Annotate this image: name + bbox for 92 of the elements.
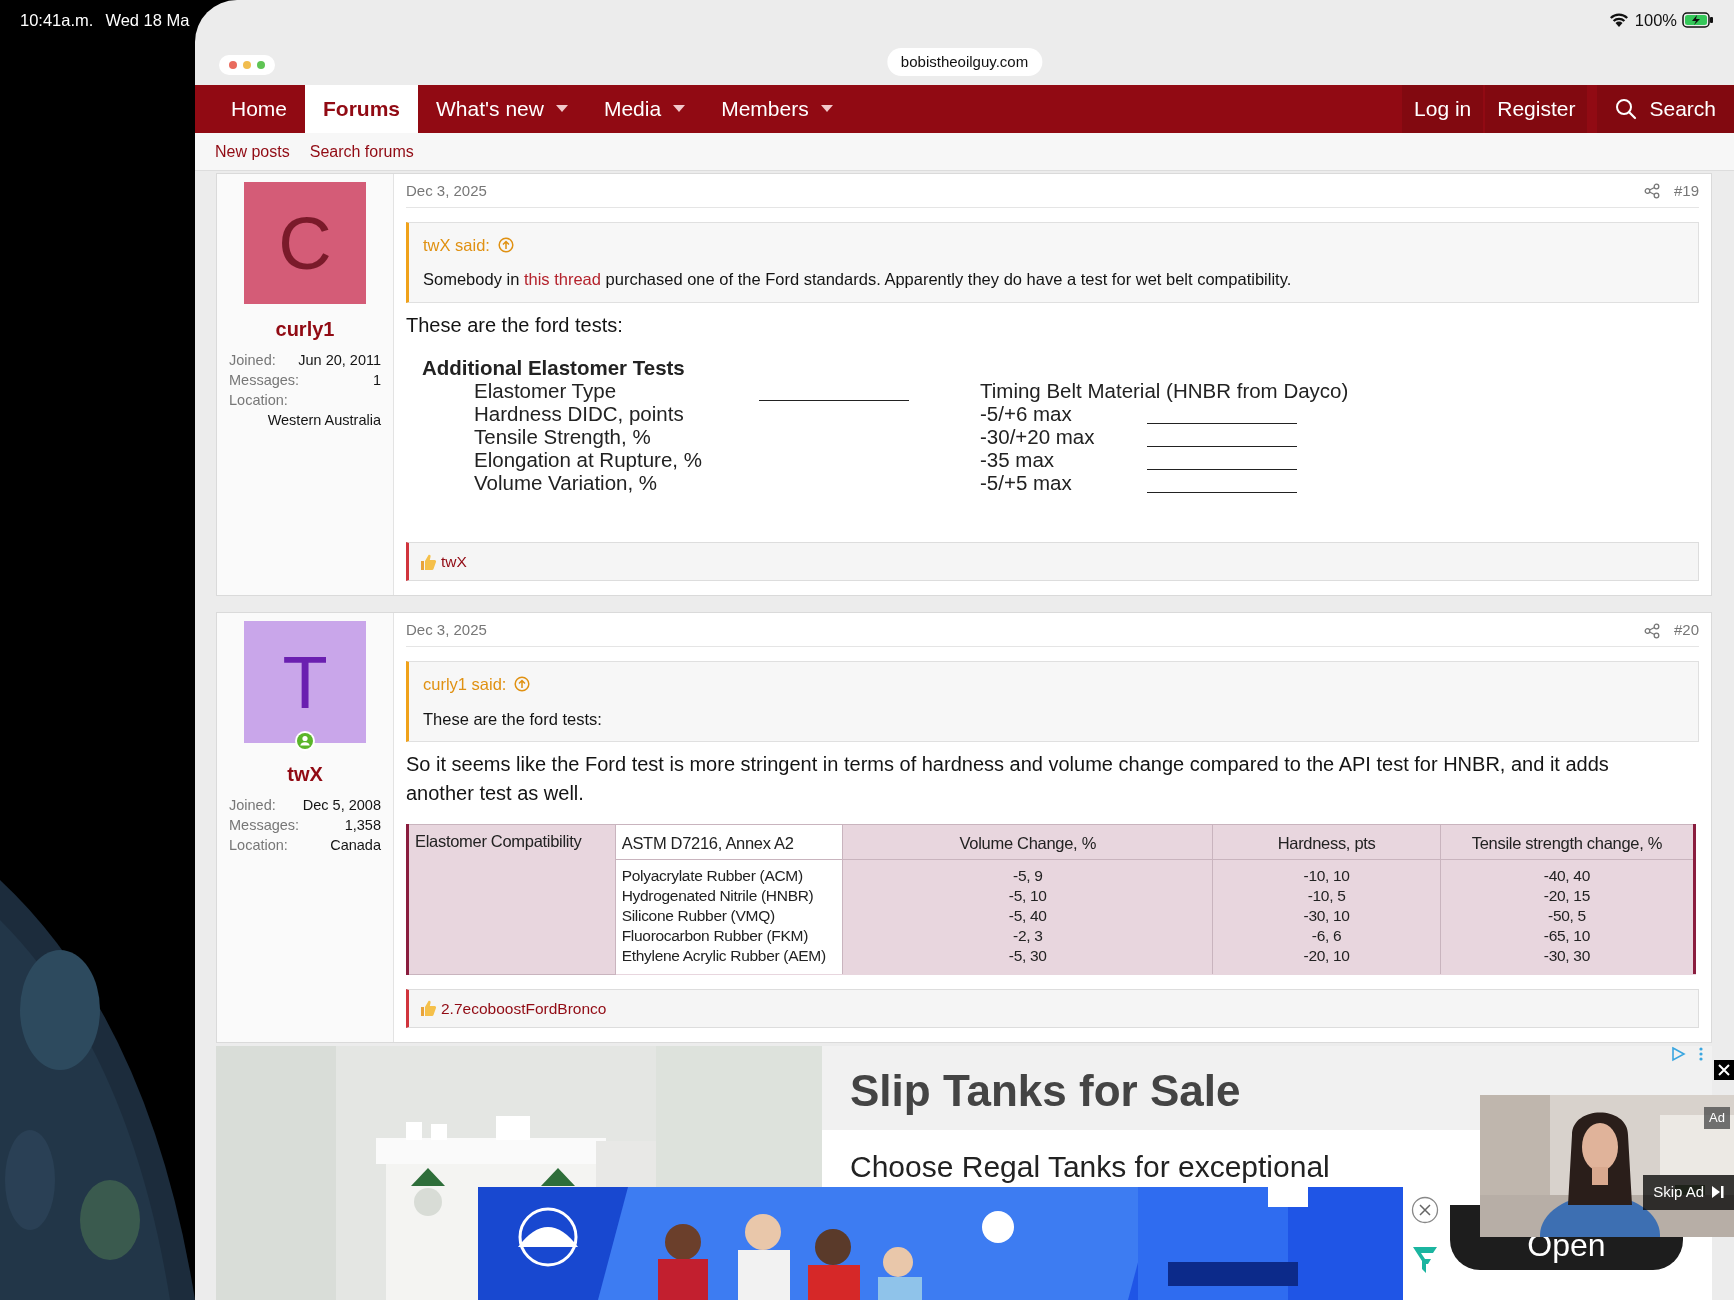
quote-text: Somebody in this thread purchased one of the Ford standards. Apparently they do have a test for wet belt compatibility. <box>423 269 1293 291</box>
table-cell: -30, 30 <box>1440 946 1695 975</box>
field-value: Canada <box>330 836 381 856</box>
ad-choices-icon[interactable] <box>1670 1046 1686 1062</box>
date-text: Wed 18 Ma <box>105 9 190 31</box>
close-icon[interactable] <box>1714 1060 1734 1080</box>
more-options-icon[interactable] <box>1698 1046 1704 1062</box>
table-header: Tensile strength change, % <box>1440 824 1695 860</box>
post-text: These are the ford tests: <box>406 313 624 338</box>
nav-tab[interactable]: What's new <box>418 85 586 133</box>
subnav-link[interactable]: Search forums <box>309 139 414 164</box>
post-number-link[interactable]: #20 <box>1673 619 1699 642</box>
login-link[interactable]: Log in <box>1402 85 1484 133</box>
table-cell: Hydrogenated Nitrile (HNBR) <box>615 886 843 907</box>
table-cell: -5, 9 <box>842 859 1213 887</box>
thumbs-up-icon <box>419 552 437 571</box>
table-header: Elastomer Compatibility <box>407 824 616 975</box>
table-cell: -10, 5 <box>1212 886 1441 907</box>
nav-tab[interactable]: Forums <box>305 85 419 133</box>
username-link[interactable]: twX <box>229 759 381 790</box>
spec-value: -35 max <box>980 448 1056 471</box>
reaction-user-link[interactable]: twX <box>441 550 467 574</box>
table-cell: -10, 10 <box>1212 859 1441 887</box>
post-date: Dec 3, 2025 <box>406 181 487 201</box>
time-text: 10:41a.m. <box>20 9 94 31</box>
spec-label: Elongation at Rupture, % <box>474 448 703 471</box>
funnel-icon[interactable] <box>1411 1245 1439 1275</box>
nav-tab[interactable]: Home <box>213 85 306 133</box>
table-cell: Fluorocarbon Rubber (FKM) <box>615 926 843 947</box>
table-cell: Silicone Rubber (VMQ) <box>615 906 843 927</box>
spec-value: -5/+6 max <box>980 402 1073 425</box>
table-title: Additional Elastomer Tests <box>422 356 686 379</box>
share-icon[interactable] <box>1643 183 1660 200</box>
table-cell: Ethylene Acrylic Rubber (AEM) <box>615 946 843 975</box>
field-value: Jun 20, 2011 <box>298 351 381 370</box>
reaction-user-link[interactable]: 2.7ecoboostFordBronco <box>441 996 607 1020</box>
avatar: C <box>244 182 366 304</box>
thumbs-up-icon <box>419 999 437 1018</box>
table-cell: -20, 10 <box>1212 946 1441 975</box>
battery-percent: 100% <box>1634 9 1677 31</box>
field-value: 1 <box>372 371 381 390</box>
nav-tab[interactable]: Media <box>585 85 704 133</box>
search-icon <box>1615 98 1638 120</box>
quote-text: These are the ford tests: <box>423 708 603 730</box>
field-label: Joined: <box>229 796 276 816</box>
spec-label: Volume Variation, % <box>474 471 659 494</box>
thread-link[interactable]: this thread <box>523 270 601 289</box>
skip-icon <box>1712 1186 1724 1199</box>
username-link[interactable]: curly1 <box>229 314 381 344</box>
spec-value: Timing Belt Material (HNBR from Dayco) <box>980 379 1349 402</box>
table-cell: -2, 3 <box>842 926 1213 947</box>
field-label: Messages: <box>229 371 300 390</box>
wifi-icon <box>1608 12 1629 28</box>
table-header: Hardness, pts <box>1212 824 1441 860</box>
table-header: Volume Change, % <box>842 824 1213 860</box>
spec-label: Hardness DIDC, points <box>474 402 685 425</box>
field-value: 1,358 <box>344 816 381 836</box>
search-button[interactable]: Search <box>1597 85 1734 133</box>
post-date: Dec 3, 2025 <box>406 620 487 641</box>
battery-icon <box>1682 11 1714 29</box>
field-label: Location: <box>229 836 288 856</box>
field-value: Western Australia <box>267 411 381 430</box>
table-cell: -50, 5 <box>1440 906 1695 927</box>
field-value: Dec 5, 2008 <box>302 796 381 816</box>
post-text: So it seems like the Ford test is more stringent in terms of hardness and volume change compared to the API test for HNBR, and it adds another test as well. <box>406 752 1610 807</box>
subnav-link[interactable]: New posts <box>215 139 290 164</box>
share-icon[interactable] <box>1643 622 1660 639</box>
skip-ad-button[interactable]: Skip Ad <box>1643 1175 1734 1210</box>
address-bar[interactable]: bobistheoilguy.com <box>886 47 1043 76</box>
table-cell: -5, 40 <box>842 906 1213 927</box>
ad-headline: Slip Tanks for Sale <box>850 1065 1241 1117</box>
post-number-link[interactable]: #19 <box>1673 180 1699 203</box>
nav-tab[interactable]: Members <box>703 85 851 133</box>
field-label: Location: <box>229 391 288 410</box>
table-cell: -6, 6 <box>1212 926 1441 947</box>
table-cell: -5, 10 <box>842 886 1213 907</box>
table-cell: Polyacrylate Rubber (ACM) <box>615 859 843 887</box>
ad-badge: Ad <box>1704 1107 1730 1129</box>
table-cell: -65, 10 <box>1440 926 1695 947</box>
table-cell: -40, 40 <box>1440 859 1695 887</box>
field-label: Joined: <box>229 351 276 370</box>
spec-label: Tensile Strength, % <box>474 425 652 448</box>
spec-value: -30/+20 max <box>980 425 1096 448</box>
table-header: ASTM D7216, Annex A2 <box>615 824 843 860</box>
field-label: Messages: <box>229 816 300 836</box>
register-link[interactable]: Register <box>1485 85 1588 133</box>
spec-value: -5/+5 max <box>980 471 1073 494</box>
table-cell: -30, 10 <box>1212 906 1441 927</box>
table-cell: -20, 15 <box>1440 886 1695 907</box>
window-controls[interactable] <box>219 55 275 75</box>
spec-label: Elastomer Type <box>474 379 618 402</box>
table-cell: -5, 30 <box>842 946 1213 975</box>
